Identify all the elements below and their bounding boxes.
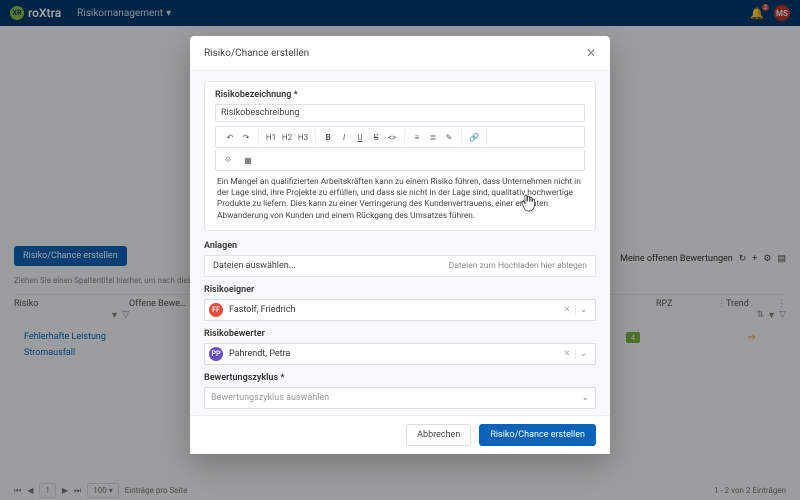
h3-button[interactable]: H3 [295, 129, 311, 145]
create-risk-modal: Risiko/Chance erstellen ✕ Risikobezeichn… [190, 36, 610, 454]
rte-toolbar: ↶ ↷ H1 H2 H3 B I U S <> ≡ ≣ [215, 126, 585, 148]
cycle-placeholder: Bewertungszyklus auswählen [211, 393, 329, 403]
assessor-select[interactable]: PP Pahrendt, Petra × ⌄ [204, 343, 596, 365]
strike-button[interactable]: S [368, 129, 384, 145]
link-icon[interactable]: 🔗 [466, 129, 482, 145]
modal-body: Risikobezeichnung * Risikobeschreibung ↶… [190, 71, 610, 415]
owner-avatar: FF [209, 303, 223, 317]
description-label-input[interactable]: Risikobeschreibung [215, 104, 585, 122]
undo-icon[interactable]: ↶ [222, 129, 238, 145]
label-risikobewerter: Risikobewerter [204, 329, 596, 339]
clear-icon[interactable]: × [559, 304, 575, 315]
label-risikobezeichnung: Risikobezeichnung * [215, 90, 585, 100]
submit-button[interactable]: Risiko/Chance erstellen [479, 424, 596, 446]
assessor-avatar: PP [209, 347, 223, 361]
owner-select[interactable]: FF Fastolf, Friedrich × ⌄ [204, 299, 596, 321]
file-select-button[interactable]: Dateien auswählen... [213, 261, 296, 271]
quote-icon[interactable]: ⟐ [220, 152, 236, 168]
italic-button[interactable]: I [336, 129, 352, 145]
clear-icon[interactable]: × [559, 348, 575, 359]
chevron-down-icon[interactable]: ⌄ [575, 305, 591, 315]
chevron-down-icon[interactable]: ⌄ [575, 349, 591, 359]
modal-header: Risiko/Chance erstellen ✕ [190, 36, 610, 71]
modal-title: Risiko/Chance erstellen [204, 48, 309, 59]
chevron-down-icon[interactable]: ⌄ [581, 393, 589, 403]
cycle-select[interactable]: Bewertungszyklus auswählen ⌄ [204, 387, 596, 409]
code-button[interactable]: <> [384, 129, 400, 145]
description-textarea[interactable]: Ein Mangel an qualifizierten Arbeitskräf… [215, 171, 585, 222]
cancel-button[interactable]: Abbrechen [406, 424, 471, 446]
bullet-list-icon[interactable]: ≡ [409, 129, 425, 145]
redo-icon[interactable]: ↷ [238, 129, 254, 145]
label-risikoeigner: Risikoeigner [204, 285, 596, 295]
label-anlagen: Anlagen [204, 241, 596, 251]
highlight-icon[interactable]: ✎ [441, 129, 457, 145]
bold-button[interactable]: B [320, 129, 336, 145]
modal-footer: Abbrechen Risiko/Chance erstellen [190, 415, 610, 454]
owner-name: Fastolf, Friedrich [229, 305, 296, 315]
h2-button[interactable]: H2 [279, 129, 295, 145]
file-drop-hint: Dateien zum Hochladen hier ablegen [449, 261, 587, 271]
assessor-name: Pahrendt, Petra [229, 349, 290, 359]
table-icon[interactable]: ▦ [240, 152, 256, 168]
label-bewertungszyklus: Bewertungszyklus * [204, 373, 596, 383]
h1-button[interactable]: H1 [263, 129, 279, 145]
file-dropzone[interactable]: Dateien auswählen... Dateien zum Hochlad… [204, 255, 596, 277]
ordered-list-icon[interactable]: ≣ [425, 129, 441, 145]
close-icon[interactable]: ✕ [586, 46, 596, 60]
underline-button[interactable]: U [352, 129, 368, 145]
